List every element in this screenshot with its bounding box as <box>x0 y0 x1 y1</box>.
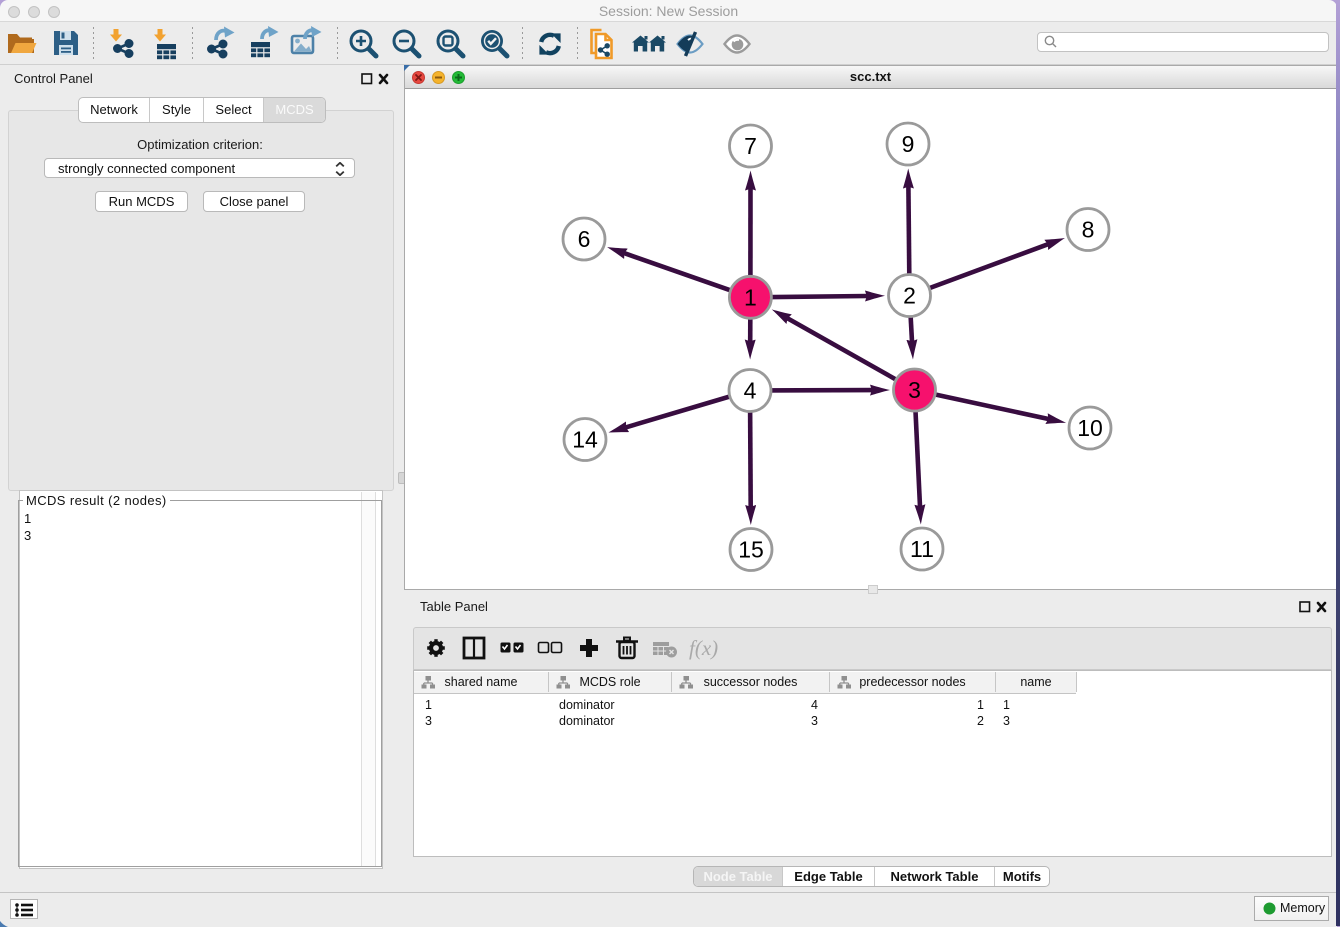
svg-text:15: 15 <box>738 537 764 563</box>
svg-text:2: 2 <box>903 283 916 309</box>
svg-text:3: 3 <box>908 377 921 403</box>
svg-text:4: 4 <box>744 378 757 404</box>
svg-text:8: 8 <box>1082 217 1095 243</box>
svg-text:7: 7 <box>744 133 757 159</box>
svg-text:9: 9 <box>902 131 915 157</box>
svg-text:6: 6 <box>578 226 591 252</box>
svg-text:14: 14 <box>572 427 598 453</box>
svg-text:1: 1 <box>744 284 757 310</box>
svg-text:10: 10 <box>1077 415 1103 441</box>
svg-text:f(x): f(x) <box>689 636 718 660</box>
svg-text:11: 11 <box>910 536 934 562</box>
